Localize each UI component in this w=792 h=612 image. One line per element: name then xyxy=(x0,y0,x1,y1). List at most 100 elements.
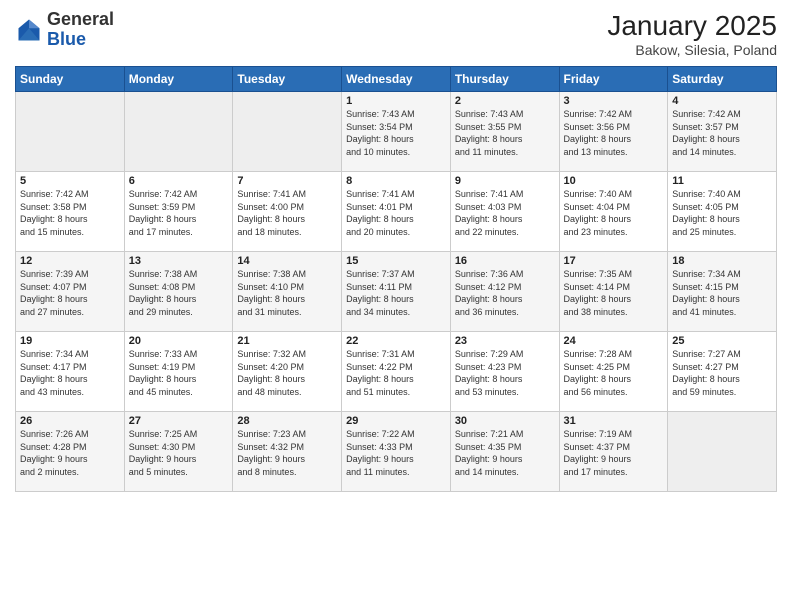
day-number: 31 xyxy=(564,415,664,427)
day-info: Sunrise: 7:22 AM Sunset: 4:33 PM Dayligh… xyxy=(346,428,446,478)
calendar-cell xyxy=(16,92,125,172)
calendar-cell: 23Sunrise: 7:29 AM Sunset: 4:23 PM Dayli… xyxy=(450,332,559,412)
day-number: 29 xyxy=(346,415,446,427)
day-info: Sunrise: 7:42 AM Sunset: 3:57 PM Dayligh… xyxy=(672,108,772,158)
col-sunday: Sunday xyxy=(16,67,125,92)
day-info: Sunrise: 7:41 AM Sunset: 4:01 PM Dayligh… xyxy=(346,188,446,238)
day-number: 12 xyxy=(20,255,120,267)
day-info: Sunrise: 7:28 AM Sunset: 4:25 PM Dayligh… xyxy=(564,348,664,398)
calendar-cell: 1Sunrise: 7:43 AM Sunset: 3:54 PM Daylig… xyxy=(342,92,451,172)
day-info: Sunrise: 7:19 AM Sunset: 4:37 PM Dayligh… xyxy=(564,428,664,478)
day-info: Sunrise: 7:33 AM Sunset: 4:19 PM Dayligh… xyxy=(129,348,229,398)
day-info: Sunrise: 7:25 AM Sunset: 4:30 PM Dayligh… xyxy=(129,428,229,478)
calendar-cell: 4Sunrise: 7:42 AM Sunset: 3:57 PM Daylig… xyxy=(668,92,777,172)
day-info: Sunrise: 7:27 AM Sunset: 4:27 PM Dayligh… xyxy=(672,348,772,398)
day-info: Sunrise: 7:34 AM Sunset: 4:17 PM Dayligh… xyxy=(20,348,120,398)
calendar-cell: 27Sunrise: 7:25 AM Sunset: 4:30 PM Dayli… xyxy=(124,412,233,492)
day-number: 28 xyxy=(237,415,337,427)
day-info: Sunrise: 7:42 AM Sunset: 3:58 PM Dayligh… xyxy=(20,188,120,238)
header: General Blue January 2025 Bakow, Silesia… xyxy=(15,10,777,58)
day-number: 20 xyxy=(129,335,229,347)
day-number: 22 xyxy=(346,335,446,347)
day-info: Sunrise: 7:21 AM Sunset: 4:35 PM Dayligh… xyxy=(455,428,555,478)
calendar-week-2: 12Sunrise: 7:39 AM Sunset: 4:07 PM Dayli… xyxy=(16,252,777,332)
calendar-cell: 10Sunrise: 7:40 AM Sunset: 4:04 PM Dayli… xyxy=(559,172,668,252)
day-number: 11 xyxy=(672,175,772,187)
day-number: 2 xyxy=(455,95,555,107)
day-info: Sunrise: 7:36 AM Sunset: 4:12 PM Dayligh… xyxy=(455,268,555,318)
calendar-cell: 20Sunrise: 7:33 AM Sunset: 4:19 PM Dayli… xyxy=(124,332,233,412)
col-tuesday: Tuesday xyxy=(233,67,342,92)
calendar-cell xyxy=(668,412,777,492)
calendar-cell: 14Sunrise: 7:38 AM Sunset: 4:10 PM Dayli… xyxy=(233,252,342,332)
calendar-cell: 29Sunrise: 7:22 AM Sunset: 4:33 PM Dayli… xyxy=(342,412,451,492)
calendar-cell: 24Sunrise: 7:28 AM Sunset: 4:25 PM Dayli… xyxy=(559,332,668,412)
title-block: January 2025 Bakow, Silesia, Poland xyxy=(607,10,777,58)
day-number: 17 xyxy=(564,255,664,267)
calendar-header-row: Sunday Monday Tuesday Wednesday Thursday… xyxy=(16,67,777,92)
day-number: 16 xyxy=(455,255,555,267)
location: Bakow, Silesia, Poland xyxy=(607,42,777,58)
calendar-cell: 12Sunrise: 7:39 AM Sunset: 4:07 PM Dayli… xyxy=(16,252,125,332)
day-info: Sunrise: 7:39 AM Sunset: 4:07 PM Dayligh… xyxy=(20,268,120,318)
day-number: 19 xyxy=(20,335,120,347)
calendar-cell: 19Sunrise: 7:34 AM Sunset: 4:17 PM Dayli… xyxy=(16,332,125,412)
logo-text: General Blue xyxy=(47,10,114,50)
calendar-cell: 5Sunrise: 7:42 AM Sunset: 3:58 PM Daylig… xyxy=(16,172,125,252)
calendar-cell: 2Sunrise: 7:43 AM Sunset: 3:55 PM Daylig… xyxy=(450,92,559,172)
day-number: 9 xyxy=(455,175,555,187)
calendar-cell: 8Sunrise: 7:41 AM Sunset: 4:01 PM Daylig… xyxy=(342,172,451,252)
day-info: Sunrise: 7:40 AM Sunset: 4:04 PM Dayligh… xyxy=(564,188,664,238)
day-info: Sunrise: 7:38 AM Sunset: 4:08 PM Dayligh… xyxy=(129,268,229,318)
day-info: Sunrise: 7:41 AM Sunset: 4:00 PM Dayligh… xyxy=(237,188,337,238)
calendar-cell: 18Sunrise: 7:34 AM Sunset: 4:15 PM Dayli… xyxy=(668,252,777,332)
logo: General Blue xyxy=(15,10,114,50)
day-info: Sunrise: 7:32 AM Sunset: 4:20 PM Dayligh… xyxy=(237,348,337,398)
calendar-week-1: 5Sunrise: 7:42 AM Sunset: 3:58 PM Daylig… xyxy=(16,172,777,252)
col-thursday: Thursday xyxy=(450,67,559,92)
day-number: 14 xyxy=(237,255,337,267)
day-info: Sunrise: 7:34 AM Sunset: 4:15 PM Dayligh… xyxy=(672,268,772,318)
day-number: 30 xyxy=(455,415,555,427)
calendar-cell: 15Sunrise: 7:37 AM Sunset: 4:11 PM Dayli… xyxy=(342,252,451,332)
day-info: Sunrise: 7:23 AM Sunset: 4:32 PM Dayligh… xyxy=(237,428,337,478)
day-info: Sunrise: 7:40 AM Sunset: 4:05 PM Dayligh… xyxy=(672,188,772,238)
day-info: Sunrise: 7:43 AM Sunset: 3:54 PM Dayligh… xyxy=(346,108,446,158)
day-number: 3 xyxy=(564,95,664,107)
day-number: 18 xyxy=(672,255,772,267)
day-info: Sunrise: 7:29 AM Sunset: 4:23 PM Dayligh… xyxy=(455,348,555,398)
day-info: Sunrise: 7:43 AM Sunset: 3:55 PM Dayligh… xyxy=(455,108,555,158)
calendar-cell: 13Sunrise: 7:38 AM Sunset: 4:08 PM Dayli… xyxy=(124,252,233,332)
calendar-cell: 22Sunrise: 7:31 AM Sunset: 4:22 PM Dayli… xyxy=(342,332,451,412)
day-number: 26 xyxy=(20,415,120,427)
calendar-cell: 21Sunrise: 7:32 AM Sunset: 4:20 PM Dayli… xyxy=(233,332,342,412)
calendar-cell: 6Sunrise: 7:42 AM Sunset: 3:59 PM Daylig… xyxy=(124,172,233,252)
calendar-week-4: 26Sunrise: 7:26 AM Sunset: 4:28 PM Dayli… xyxy=(16,412,777,492)
day-number: 1 xyxy=(346,95,446,107)
day-info: Sunrise: 7:26 AM Sunset: 4:28 PM Dayligh… xyxy=(20,428,120,478)
day-info: Sunrise: 7:35 AM Sunset: 4:14 PM Dayligh… xyxy=(564,268,664,318)
calendar-cell: 25Sunrise: 7:27 AM Sunset: 4:27 PM Dayli… xyxy=(668,332,777,412)
day-number: 23 xyxy=(455,335,555,347)
calendar-cell: 26Sunrise: 7:26 AM Sunset: 4:28 PM Dayli… xyxy=(16,412,125,492)
calendar-cell: 31Sunrise: 7:19 AM Sunset: 4:37 PM Dayli… xyxy=(559,412,668,492)
col-wednesday: Wednesday xyxy=(342,67,451,92)
page: General Blue January 2025 Bakow, Silesia… xyxy=(0,0,792,612)
calendar: Sunday Monday Tuesday Wednesday Thursday… xyxy=(15,66,777,492)
logo-icon xyxy=(15,16,43,44)
col-saturday: Saturday xyxy=(668,67,777,92)
calendar-cell: 16Sunrise: 7:36 AM Sunset: 4:12 PM Dayli… xyxy=(450,252,559,332)
day-number: 4 xyxy=(672,95,772,107)
day-number: 13 xyxy=(129,255,229,267)
month-title: January 2025 xyxy=(607,10,777,42)
calendar-cell xyxy=(233,92,342,172)
day-number: 25 xyxy=(672,335,772,347)
calendar-week-3: 19Sunrise: 7:34 AM Sunset: 4:17 PM Dayli… xyxy=(16,332,777,412)
day-number: 8 xyxy=(346,175,446,187)
day-info: Sunrise: 7:42 AM Sunset: 3:59 PM Dayligh… xyxy=(129,188,229,238)
day-info: Sunrise: 7:31 AM Sunset: 4:22 PM Dayligh… xyxy=(346,348,446,398)
day-number: 5 xyxy=(20,175,120,187)
day-number: 15 xyxy=(346,255,446,267)
calendar-cell: 3Sunrise: 7:42 AM Sunset: 3:56 PM Daylig… xyxy=(559,92,668,172)
day-info: Sunrise: 7:42 AM Sunset: 3:56 PM Dayligh… xyxy=(564,108,664,158)
